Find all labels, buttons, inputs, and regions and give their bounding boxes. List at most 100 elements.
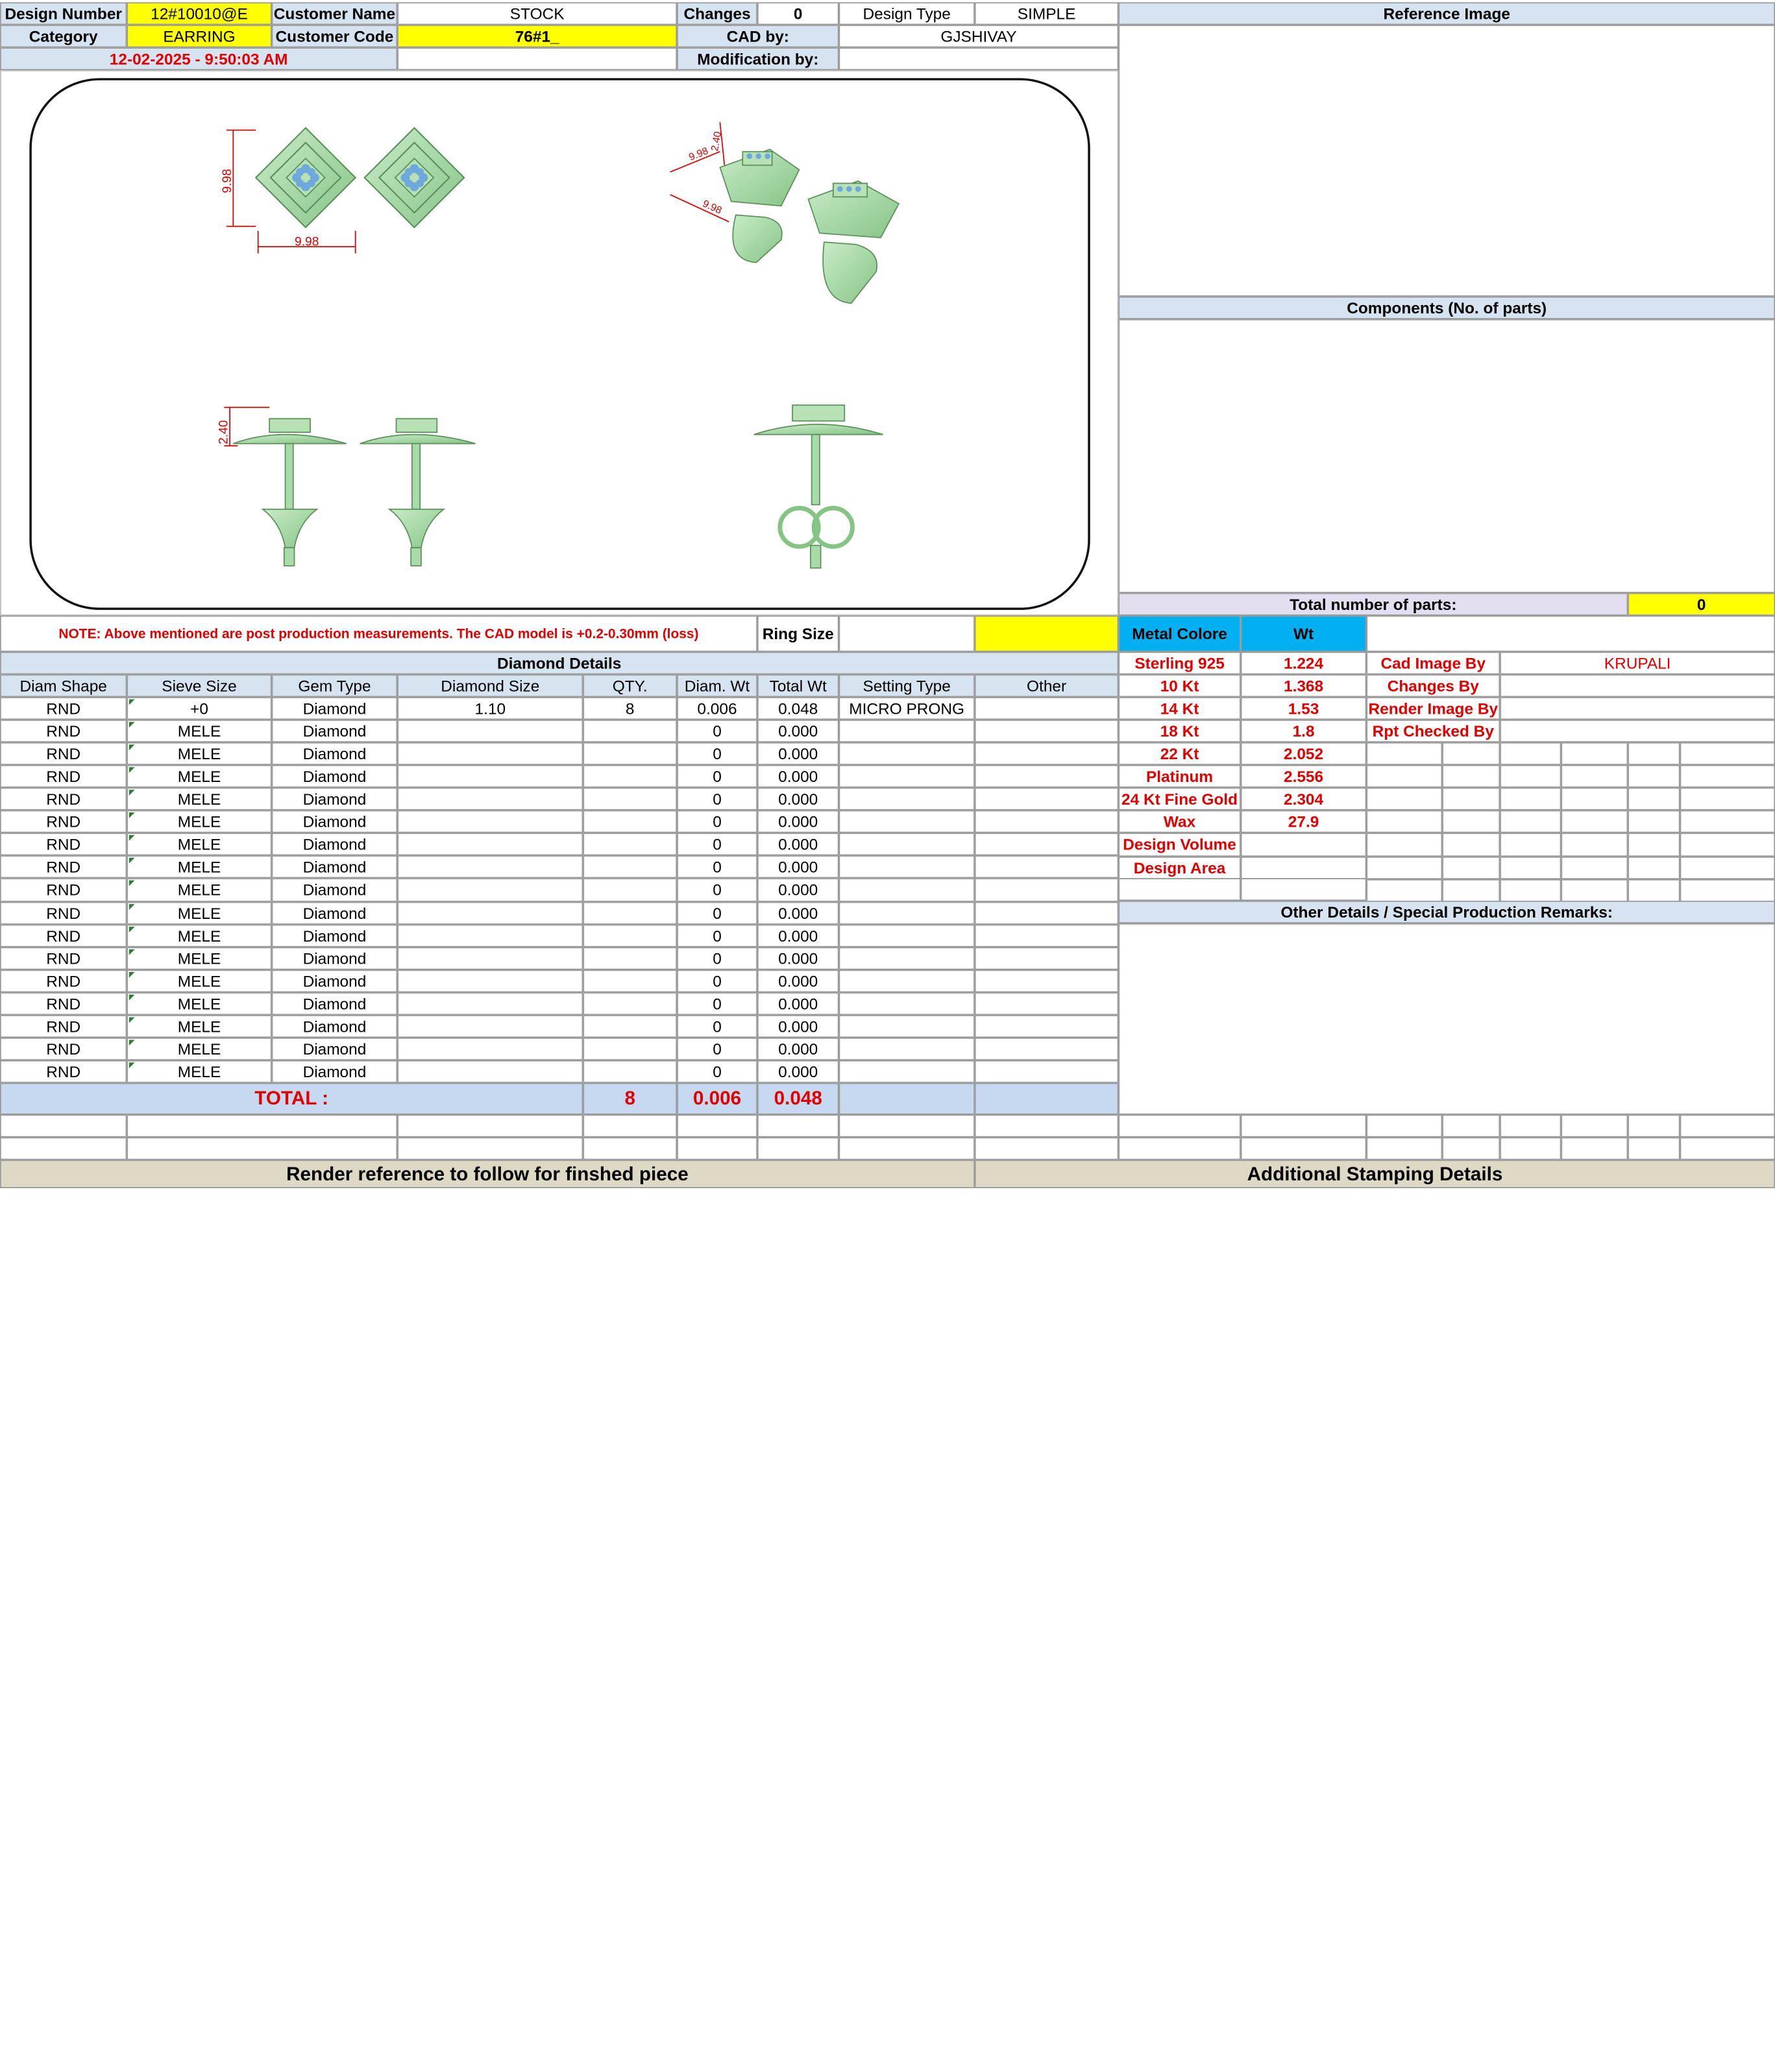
credit-value[interactable] — [1500, 674, 1775, 698]
table-cell[interactable]: MELE — [127, 969, 272, 992]
table-cell[interactable] — [839, 788, 975, 811]
table-cell[interactable] — [974, 923, 1119, 947]
changes-value[interactable]: 0 — [757, 2, 839, 25]
table-cell[interactable] — [839, 1060, 975, 1083]
table-cell[interactable]: RND — [0, 742, 127, 766]
blank-cell[interactable] — [677, 1137, 757, 1160]
blank-cell[interactable] — [1366, 1137, 1443, 1160]
table-cell[interactable]: 0.000 — [757, 811, 839, 834]
metal-weight[interactable]: 27.9 — [1240, 811, 1367, 834]
grid-cell[interactable] — [1366, 879, 1443, 902]
table-cell[interactable] — [397, 720, 583, 743]
table-cell[interactable]: Diamond — [271, 856, 398, 879]
table-cell[interactable] — [397, 946, 583, 969]
table-cell[interactable]: RND — [0, 992, 127, 1015]
table-cell[interactable]: RND — [0, 765, 127, 788]
grid-cell[interactable] — [1366, 833, 1443, 857]
blank-cell[interactable] — [1561, 1114, 1628, 1138]
blank-cell[interactable] — [1628, 1114, 1680, 1138]
blank-cell[interactable] — [1561, 1137, 1628, 1160]
table-cell[interactable]: 0.000 — [757, 788, 839, 811]
table-cell[interactable]: Diamond — [271, 788, 398, 811]
table-cell[interactable]: RND — [0, 833, 127, 857]
table-cell[interactable]: 0 — [677, 765, 757, 788]
table-cell[interactable]: 0 — [677, 879, 757, 901]
table-cell[interactable] — [397, 811, 583, 834]
table-cell[interactable]: 0 — [677, 1014, 757, 1038]
blank-cell[interactable] — [583, 1137, 678, 1160]
blank-cell[interactable] — [1240, 1137, 1367, 1160]
table-cell[interactable] — [974, 720, 1119, 743]
table-cell[interactable] — [839, 992, 975, 1015]
table-cell[interactable] — [583, 856, 678, 879]
blank-cell[interactable] — [1500, 1114, 1561, 1138]
grid-cell[interactable] — [1561, 833, 1628, 857]
table-cell[interactable] — [839, 879, 975, 901]
table-cell[interactable] — [583, 720, 678, 743]
table-cell[interactable]: 0.000 — [757, 1037, 839, 1060]
table-cell[interactable] — [397, 788, 583, 811]
table-cell[interactable]: 0.000 — [757, 833, 839, 857]
table-cell[interactable]: 8 — [583, 697, 678, 720]
grid-cell[interactable] — [1561, 879, 1628, 902]
table-cell[interactable] — [974, 742, 1119, 766]
table-cell[interactable] — [839, 742, 975, 766]
table-cell[interactable]: RND — [0, 923, 127, 947]
table-cell[interactable] — [583, 946, 678, 969]
table-cell[interactable]: Diamond — [271, 1060, 398, 1083]
metal-weight[interactable]: 1.224 — [1240, 652, 1367, 675]
table-cell[interactable] — [974, 765, 1119, 788]
table-cell[interactable] — [974, 879, 1119, 901]
table-cell[interactable] — [397, 856, 583, 879]
blank-cell[interactable] — [127, 1114, 398, 1138]
table-cell[interactable] — [974, 811, 1119, 834]
table-cell[interactable] — [583, 811, 678, 834]
ring-size-value[interactable] — [839, 615, 975, 652]
blank-cell[interactable] — [974, 1137, 1119, 1160]
grid-cell[interactable] — [1628, 879, 1680, 902]
table-cell[interactable] — [583, 742, 678, 766]
table-cell[interactable]: Diamond — [271, 697, 398, 720]
metal-weight[interactable]: 2.556 — [1240, 765, 1367, 788]
grid-cell[interactable] — [1680, 811, 1775, 834]
grid-cell[interactable] — [1680, 765, 1775, 788]
grid-cell[interactable] — [1500, 856, 1561, 879]
table-cell[interactable] — [397, 879, 583, 901]
table-cell[interactable] — [974, 1060, 1119, 1083]
grid-cell[interactable] — [1680, 742, 1775, 766]
table-cell[interactable]: RND — [0, 811, 127, 834]
table-cell[interactable] — [583, 923, 678, 947]
table-cell[interactable]: 0 — [677, 901, 757, 924]
blank-cell[interactable] — [1680, 1137, 1775, 1160]
table-cell[interactable] — [974, 901, 1119, 924]
grid-cell[interactable] — [1500, 833, 1561, 857]
table-cell[interactable]: 0 — [677, 833, 757, 857]
table-cell[interactable] — [974, 992, 1119, 1015]
table-cell[interactable] — [583, 788, 678, 811]
table-cell[interactable]: Diamond — [271, 742, 398, 766]
table-cell[interactable] — [839, 946, 975, 969]
metal-weight[interactable] — [1240, 856, 1367, 879]
table-cell[interactable]: MELE — [127, 879, 272, 901]
table-cell[interactable] — [583, 879, 678, 901]
table-cell[interactable] — [974, 697, 1119, 720]
table-cell[interactable]: MELE — [127, 856, 272, 879]
ring-size-highlight[interactable] — [974, 615, 1119, 652]
modification-by-value[interactable] — [839, 47, 1119, 71]
blank-cell[interactable] — [0, 1114, 127, 1138]
table-cell[interactable]: 0.000 — [757, 946, 839, 969]
table-cell[interactable]: RND — [0, 901, 127, 924]
blank-cell[interactable] — [1680, 1114, 1775, 1138]
grid-cell[interactable] — [1680, 856, 1775, 879]
credit-value[interactable] — [1500, 720, 1775, 743]
grid-cell[interactable] — [1442, 765, 1500, 788]
blank-cell[interactable] — [1118, 1114, 1241, 1138]
table-cell[interactable] — [397, 742, 583, 766]
total-parts-value[interactable]: 0 — [1628, 592, 1775, 616]
grid-cell[interactable] — [1366, 788, 1443, 811]
grid-cell[interactable] — [1500, 765, 1561, 788]
table-cell[interactable]: RND — [0, 1060, 127, 1083]
table-cell[interactable] — [974, 833, 1119, 857]
table-cell[interactable]: RND — [0, 856, 127, 879]
grid-cell[interactable] — [1561, 788, 1628, 811]
